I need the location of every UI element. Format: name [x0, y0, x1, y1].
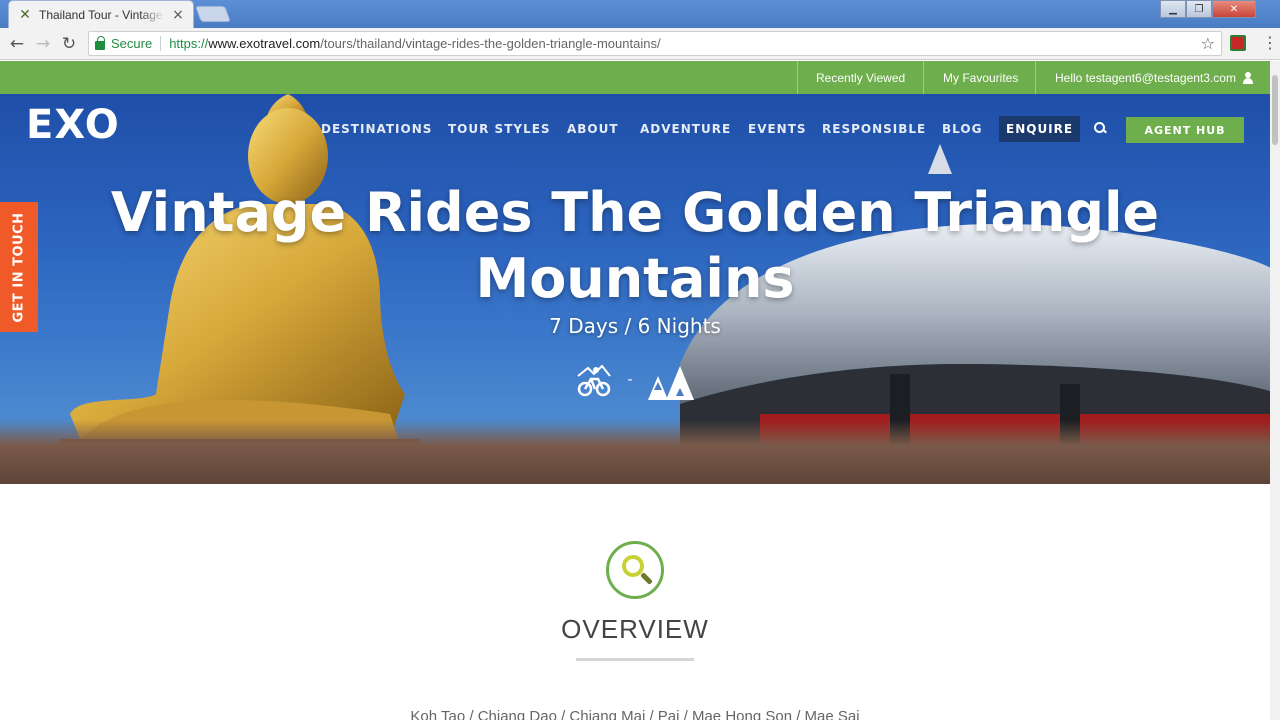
get-in-touch-tab[interactable]: GET IN TOUCH: [0, 202, 38, 332]
tab-close-icon[interactable]: ×: [171, 7, 185, 23]
url-protocol: https://: [169, 36, 209, 51]
browser-tab[interactable]: ✕ Thailand Tour - Vintage R ×: [8, 0, 194, 28]
my-favourites-link[interactable]: My Favourites: [943, 61, 1018, 94]
extension-icon[interactable]: [1230, 35, 1246, 51]
tab-title: Thailand Tour - Vintage R: [39, 7, 165, 22]
nav-blog[interactable]: BLOG: [942, 116, 982, 142]
tour-route: Koh Tao / Chiang Dao / Chiang Mai / Pai …: [410, 708, 860, 720]
scrollbar-thumb[interactable]: [1272, 75, 1278, 145]
window-close-icon[interactable]: ✕: [1212, 0, 1256, 18]
window-controls: ▁ ❐ ✕: [1160, 0, 1256, 18]
url-host: www.exotravel.com: [208, 36, 321, 51]
overview-heading: OVERVIEW: [561, 614, 709, 644]
nav-adventure[interactable]: ADVENTURE: [640, 116, 731, 142]
divider: [797, 61, 798, 94]
nav-responsible[interactable]: RESPONSIBLE: [822, 116, 926, 142]
search-icon[interactable]: [1094, 122, 1106, 134]
browser-menu-icon[interactable]: ⋮: [1262, 33, 1278, 52]
agent-hub-button[interactable]: AGENT HUB: [1126, 117, 1244, 143]
hero-banner: EXO DESTINATIONS TOUR STYLES ABOUT ADVEN…: [0, 94, 1270, 484]
browser-toolbar: ← → ↻ Secure https://www.exotravel.com/t…: [0, 28, 1280, 60]
exo-favicon-icon: ✕: [19, 6, 31, 23]
nav-enquire[interactable]: ENQUIRE: [999, 116, 1081, 142]
hello-user-label: Hello testagent6@testagent3.com: [1055, 70, 1236, 85]
mountains-icon: [648, 366, 694, 400]
account-menu[interactable]: Hello testagent6@testagent3.com: [1055, 61, 1254, 94]
back-button[interactable]: ←: [5, 32, 29, 56]
new-tab-button[interactable]: [195, 6, 231, 22]
nav-events[interactable]: EVENTS: [748, 116, 807, 142]
url-path: /tours/thailand/vintage-rides-the-golden…: [320, 36, 661, 51]
forward-button[interactable]: →: [31, 32, 55, 56]
page-scrollbar[interactable]: [1270, 61, 1280, 720]
divider: [923, 61, 924, 94]
cycling-icon: [577, 364, 611, 397]
browser-title-bar: ✕ Thailand Tour - Vintage R × ▁ ❐ ✕: [0, 0, 1280, 28]
tour-duration: 7 Days / 6 Nights: [549, 314, 721, 338]
recently-viewed-link[interactable]: Recently Viewed: [816, 61, 905, 94]
get-in-touch-label: GET IN TOUCH: [11, 211, 27, 323]
bookmark-star-icon[interactable]: ☆: [1201, 34, 1215, 53]
restore-icon[interactable]: ❐: [1186, 0, 1212, 18]
nav-about[interactable]: ABOUT: [567, 116, 619, 142]
secure-label: Secure: [111, 36, 153, 51]
lock-icon: [95, 35, 105, 50]
user-icon: [1242, 71, 1254, 84]
nav-destinations[interactable]: DESTINATIONS: [321, 116, 432, 142]
tour-activity-icons: -: [576, 360, 694, 400]
temple-ground: [0, 420, 1270, 484]
exo-logo[interactable]: EXO: [26, 102, 120, 148]
magnifier-icon: [606, 541, 664, 599]
overview-underline: [576, 658, 694, 661]
utility-bar: Recently Viewed My Favourites Hello test…: [0, 61, 1270, 94]
magnifier-handle: [640, 572, 653, 585]
nav-tour-styles[interactable]: TOUR STYLES: [448, 116, 551, 142]
url-text[interactable]: https://www.exotravel.com/tours/thailand…: [169, 36, 660, 51]
minimize-icon[interactable]: ▁: [1160, 0, 1186, 18]
icon-separator: -: [627, 372, 633, 388]
divider: [1035, 61, 1036, 94]
tour-title: Vintage Rides The Golden Triangle Mounta…: [110, 181, 1160, 310]
address-bar[interactable]: Secure https://www.exotravel.com/tours/t…: [88, 31, 1222, 56]
reload-button[interactable]: ↻: [57, 32, 81, 56]
divider: [160, 36, 162, 51]
